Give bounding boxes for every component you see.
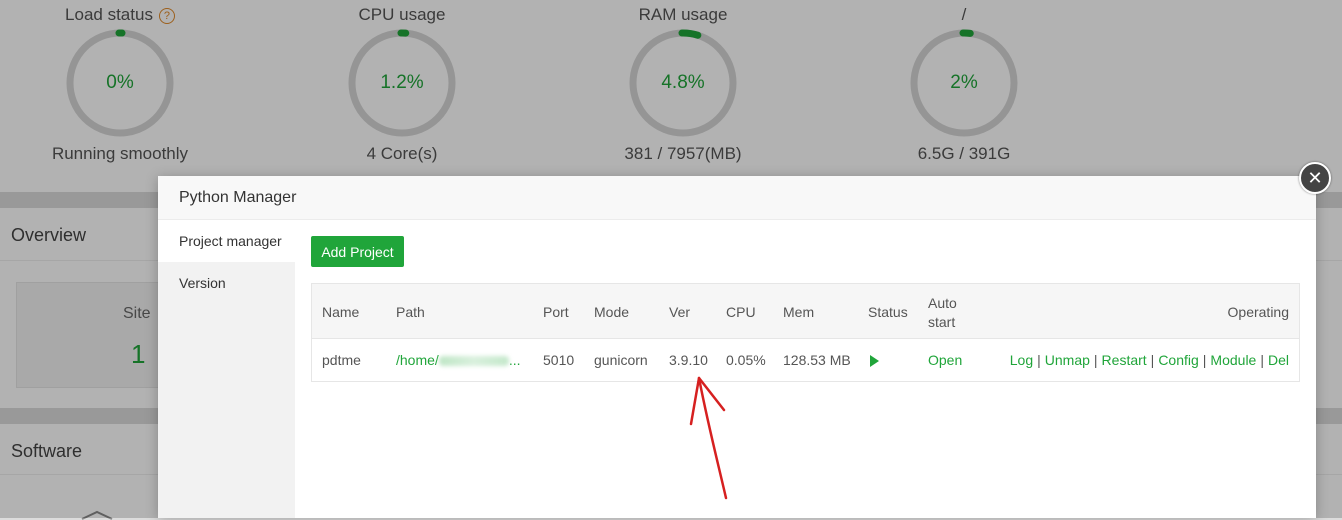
col-cpu: CPU <box>726 304 756 320</box>
close-icon[interactable]: ✕ <box>1299 162 1331 194</box>
path-text: /home/ <box>396 352 439 368</box>
col-status: Status <box>868 304 908 320</box>
cell-cpu: 0.05% <box>726 352 766 368</box>
col-mode: Mode <box>594 304 629 320</box>
table-header: Name Path Port Mode Ver CPU Mem Status A… <box>312 284 1299 339</box>
log-link[interactable]: Log <box>1010 352 1033 368</box>
play-icon[interactable] <box>870 355 879 367</box>
dialog-sidebar: Project manager Version <box>158 220 295 518</box>
project-table: Name Path Port Mode Ver CPU Mem Status A… <box>311 283 1300 382</box>
cell-port: 5010 <box>543 352 574 368</box>
config-link[interactable]: Config <box>1158 352 1198 368</box>
cell-ver: 3.9.10 <box>669 352 708 368</box>
col-port: Port <box>543 304 569 320</box>
python-manager-dialog: Python Manager ✕ Project manager Version… <box>158 176 1316 518</box>
col-auto-start: Auto start <box>928 294 957 332</box>
dialog-content: Add Project Name Path Port Mode Ver CPU … <box>295 220 1316 518</box>
redacted-blur <box>439 356 509 366</box>
cell-status[interactable] <box>870 352 879 368</box>
dialog-title: Python Manager <box>179 189 296 207</box>
del-link[interactable]: Del <box>1268 352 1289 368</box>
path-ellipsis: ... <box>509 352 521 368</box>
col-path: Path <box>396 304 425 320</box>
operating-links: Log|Unmap|Restart|Config|Module|Del <box>1010 352 1289 368</box>
table-row: pdtme /home/... 5010 gunicorn 3.9.10 0.0… <box>312 339 1299 381</box>
dialog-header: Python Manager <box>158 176 1316 220</box>
sidebar-item-project-manager[interactable]: Project manager <box>158 220 295 262</box>
module-link[interactable]: Module <box>1210 352 1256 368</box>
add-project-button[interactable]: Add Project <box>311 236 404 267</box>
unmap-link[interactable]: Unmap <box>1045 352 1090 368</box>
col-operating: Operating <box>1228 304 1289 320</box>
col-mem: Mem <box>783 304 814 320</box>
sidebar-item-version[interactable]: Version <box>158 262 295 304</box>
cell-mode: gunicorn <box>594 352 648 368</box>
cell-name: pdtme <box>322 352 361 368</box>
col-ver: Ver <box>669 304 690 320</box>
cell-path[interactable]: /home/... <box>396 352 520 368</box>
cell-auto-start[interactable]: Open <box>928 352 962 368</box>
col-auto-start-line1: Auto <box>928 295 957 311</box>
cell-mem: 128.53 MB <box>783 352 851 368</box>
restart-link[interactable]: Restart <box>1102 352 1147 368</box>
col-name: Name <box>322 304 359 320</box>
col-auto-start-line2: start <box>928 314 955 330</box>
